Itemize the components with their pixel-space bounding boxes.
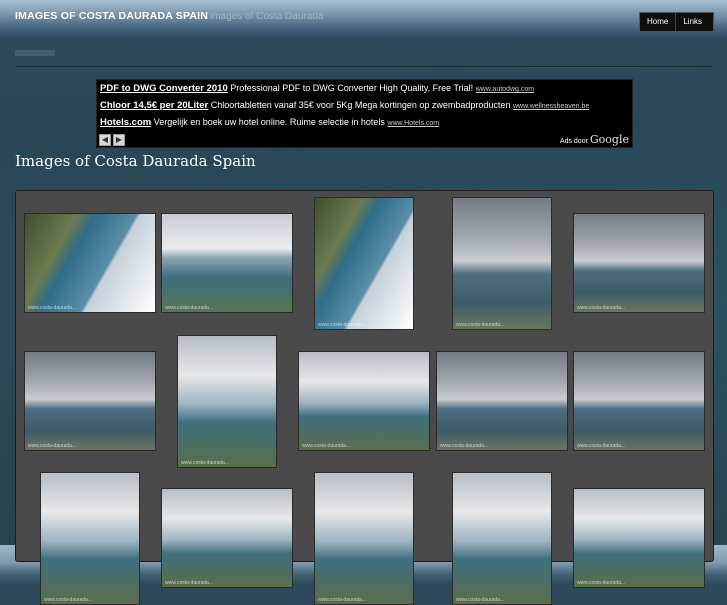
ads-by-google-link[interactable]: Ads door Google	[560, 133, 629, 146]
next-arrow-icon[interactable]: ▶	[113, 134, 125, 146]
thumbnail-caption: www.costa-daurada...	[318, 597, 367, 603]
thumbnail-caption: www.costa-daurada...	[28, 443, 77, 449]
site-subtitle: images of Costa Daurada	[210, 11, 324, 22]
page-title: Images of Costa Daurada Spain	[15, 152, 256, 170]
ad-banner: PDF to DWG Converter 2010 Professional P…	[96, 79, 633, 148]
thumbnail-caption: www.costa-daurada...	[302, 443, 351, 449]
gallery-thumbnail[interactable]: www.costa-daurada...	[24, 213, 156, 313]
breadcrumb	[15, 50, 55, 56]
thumbnail-caption: www.costa-daurada...	[165, 305, 214, 311]
gallery-thumbnail[interactable]: www.costa-daurada...	[452, 197, 552, 330]
ad-item: PDF to DWG Converter 2010 Professional P…	[100, 83, 534, 94]
gallery-thumbnail[interactable]: www.costa-daurada...	[24, 351, 156, 451]
ad-arrows: ◀ ▶	[99, 134, 125, 146]
gallery-thumbnail[interactable]: www.costa-daurada...	[573, 351, 705, 451]
gallery-thumbnail[interactable]: www.costa-daurada...	[314, 197, 414, 330]
ad-url-link[interactable]: www.autodwg.com	[476, 86, 534, 93]
thumbnail-caption: www.costa-daurada...	[44, 597, 93, 603]
thumbnail-caption: www.costa-daurada...	[181, 460, 230, 466]
gallery-thumbnail[interactable]: www.costa-daurada...	[40, 472, 140, 605]
gallery-thumbnail[interactable]: www.costa-daurada...	[298, 351, 430, 451]
thumbnail-caption: www.costa-daurada...	[456, 322, 505, 328]
thumbnail-caption: www.costa-daurada...	[577, 580, 626, 586]
thumbnail-caption: www.costa-daurada...	[318, 322, 367, 328]
ad-title-link[interactable]: Chloor 14,5€ per 20Liter	[100, 100, 208, 111]
thumbnail-caption: www.costa-daurada...	[456, 597, 505, 603]
gallery-thumbnail[interactable]: www.costa-daurada...	[161, 488, 293, 588]
thumbnail-caption: www.costa-daurada...	[165, 580, 214, 586]
thumbnail-caption: www.costa-daurada...	[577, 305, 626, 311]
ad-text: Professional PDF to DWG Converter High Q…	[230, 83, 474, 93]
header-divider	[15, 66, 712, 67]
ad-url-link[interactable]: www.wellnessheaven.be	[513, 103, 589, 110]
gallery-thumbnail[interactable]: www.costa-daurada...	[573, 213, 705, 313]
site-title[interactable]: IMAGES OF COSTA DAURADA SPAIN	[15, 10, 208, 22]
google-logo: Google	[589, 133, 629, 146]
ad-title-link[interactable]: PDF to DWG Converter 2010	[100, 83, 228, 94]
nav-links-link[interactable]: Links	[675, 13, 709, 31]
ad-url-link[interactable]: www.Hotels.com	[387, 120, 439, 127]
ads-by-label: Ads door	[559, 138, 588, 145]
gallery-thumbnail[interactable]: www.costa-daurada...	[161, 213, 293, 313]
gallery-thumbnail[interactable]: www.costa-daurada...	[314, 472, 414, 605]
ad-item: Chloor 14,5€ per 20Liter Chloortabletten…	[100, 100, 589, 111]
photo-gallery: www.costa-daurada... www.costa-daurada..…	[15, 190, 714, 605]
gallery-thumbnail[interactable]: www.costa-daurada...	[436, 351, 568, 451]
nav-home-link[interactable]: Home	[640, 13, 675, 31]
gallery-thumbnail[interactable]: www.costa-daurada...	[452, 472, 552, 605]
gallery-thumbnail[interactable]: www.costa-daurada...	[573, 488, 705, 588]
ad-title-link[interactable]: Hotels.com	[100, 117, 151, 128]
prev-arrow-icon[interactable]: ◀	[99, 134, 111, 146]
gallery-thumbnail[interactable]: www.costa-daurada...	[177, 335, 277, 468]
ad-text: Vergelijk en boek uw hotel online. Ruime…	[153, 117, 385, 127]
thumbnail-caption: www.costa-daurada...	[577, 443, 626, 449]
ad-item: Hotels.com Vergelijk en boek uw hotel on…	[100, 117, 439, 128]
thumbnail-caption: www.costa-daurada...	[28, 305, 77, 311]
thumbnail-caption: www.costa-daurada...	[440, 443, 489, 449]
ad-text: Chloortabletten vanaf 35€ voor 5Kg Mega …	[210, 100, 511, 110]
top-nav: Home Links	[639, 12, 714, 32]
